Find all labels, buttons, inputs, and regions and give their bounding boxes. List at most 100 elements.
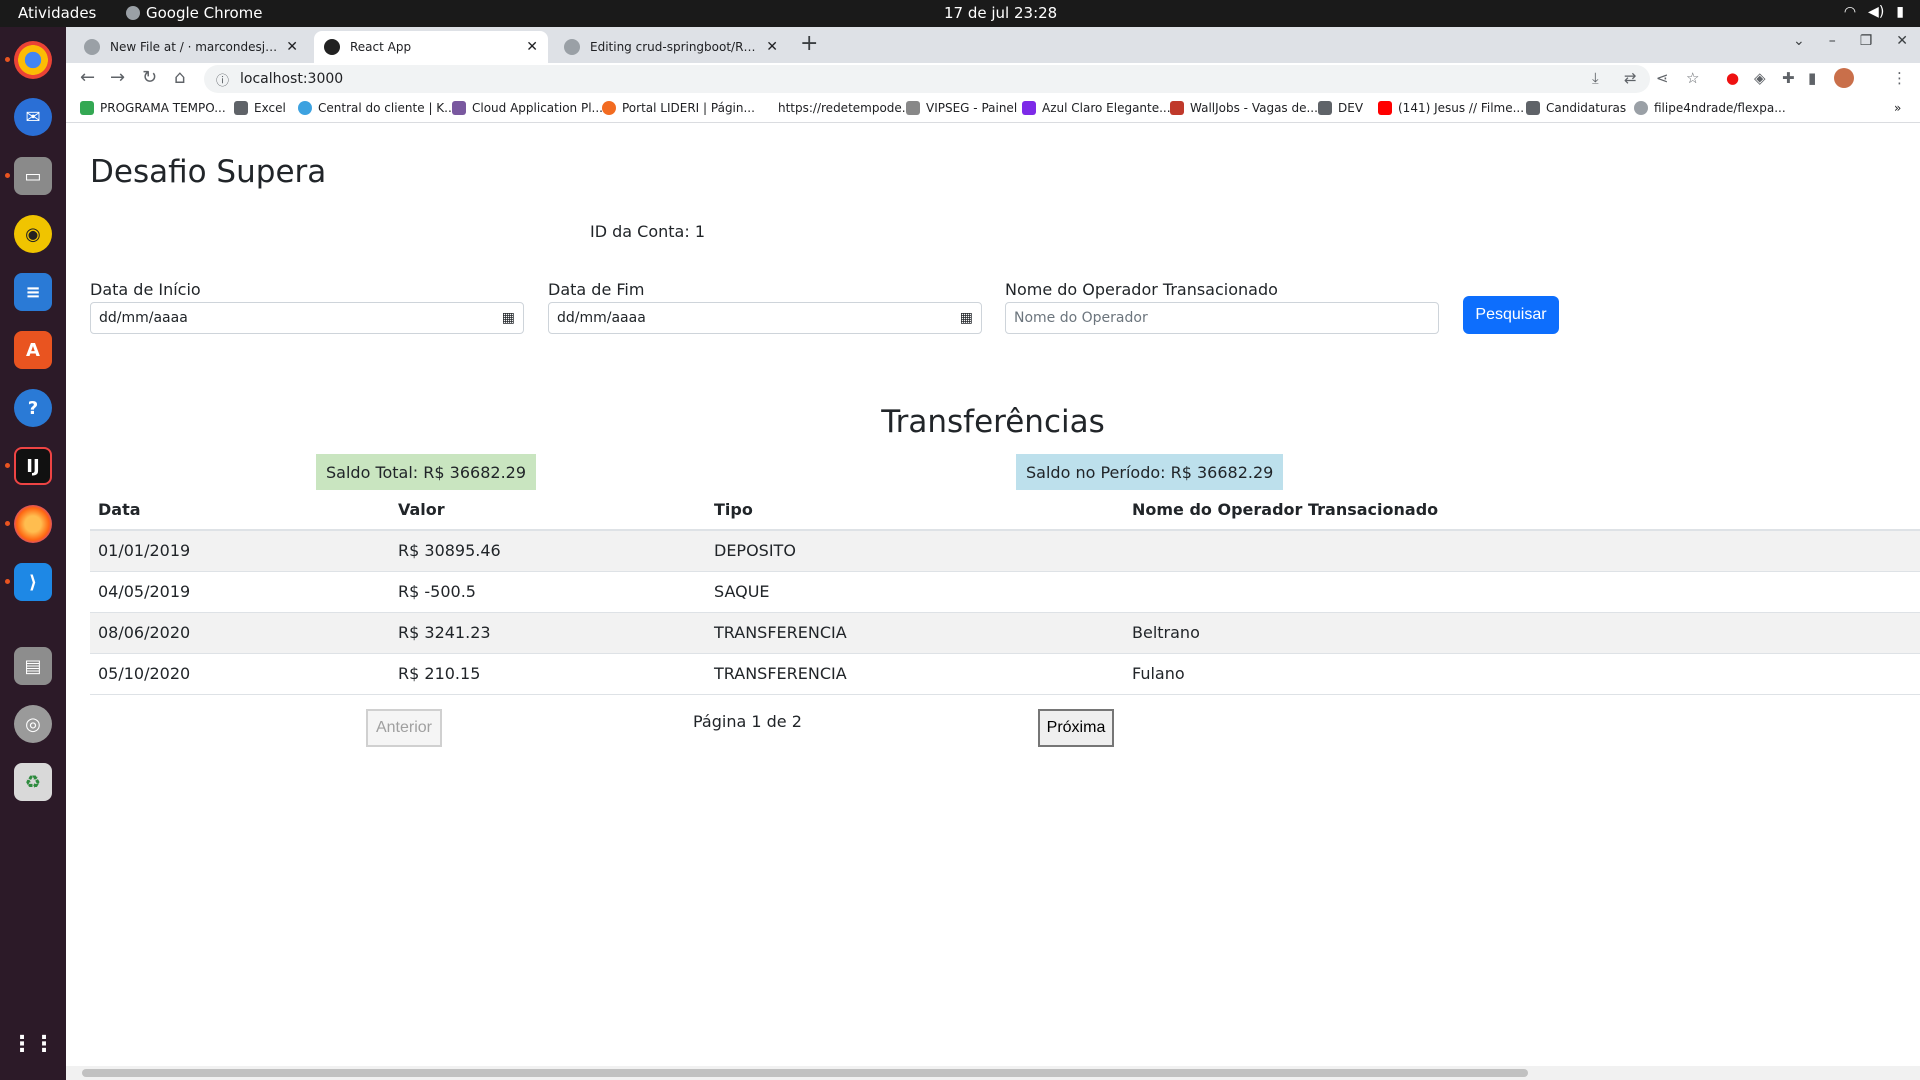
header-tipo: Tipo bbox=[706, 490, 1124, 531]
tab-react-app[interactable]: React App ✕ bbox=[314, 31, 548, 63]
disk-icon[interactable]: ▤ bbox=[14, 647, 52, 685]
bookmark-item[interactable]: Candidaturas bbox=[1526, 101, 1626, 115]
site-info-icon[interactable]: ⓘ bbox=[216, 70, 229, 89]
start-date-label: Data de Início bbox=[90, 280, 201, 299]
close-icon[interactable]: ✕ bbox=[766, 39, 778, 55]
end-date-label: Data de Fim bbox=[548, 280, 645, 299]
translate-icon[interactable]: ⇄ bbox=[1624, 69, 1637, 87]
chrome-icon[interactable] bbox=[14, 41, 52, 79]
reload-icon[interactable]: ↻ bbox=[142, 67, 157, 88]
help-icon[interactable]: ? bbox=[14, 389, 52, 427]
cell-tipo: SAQUE bbox=[706, 571, 1124, 613]
close-icon[interactable]: ✕ bbox=[286, 39, 298, 55]
address-bar[interactable]: ⓘ localhost:3000 bbox=[204, 65, 1650, 93]
cell-tipo: TRANSFERENCIA bbox=[706, 612, 1124, 654]
thunderbird-icon[interactable]: ✉ bbox=[14, 98, 52, 136]
running-indicator bbox=[5, 463, 10, 468]
calendar-icon[interactable]: ▦ bbox=[502, 310, 515, 326]
opera-extension-icon[interactable]: ● bbox=[1726, 69, 1739, 87]
cell-operador: Beltrano bbox=[1124, 612, 1920, 654]
cell-data: 08/06/2020 bbox=[90, 612, 390, 654]
writer-icon[interactable]: ≡ bbox=[14, 273, 52, 311]
vscode-icon[interactable]: ⟩ bbox=[14, 563, 52, 601]
clock[interactable]: 17 de jul 23:28 bbox=[944, 4, 1057, 22]
bookmark-item[interactable]: Azul Claro Elegante... bbox=[1022, 101, 1171, 115]
close-window-icon[interactable]: ✕ bbox=[1896, 33, 1908, 49]
lideri-icon bbox=[602, 101, 616, 115]
header-operador: Nome do Operador Transacionado bbox=[1124, 490, 1920, 531]
scrollbar-thumb[interactable] bbox=[82, 1069, 1528, 1077]
share-icon[interactable]: ⋖ bbox=[1656, 69, 1669, 87]
new-tab-button[interactable]: + bbox=[800, 31, 818, 56]
period-balance-badge: Saldo no Período: R$ 36682.29 bbox=[1016, 454, 1284, 490]
bookmark-item[interactable]: Excel bbox=[234, 101, 286, 115]
shield-extension-icon[interactable]: ◈ bbox=[1754, 69, 1766, 87]
cell-data: 04/05/2019 bbox=[90, 571, 390, 613]
tab-title: Editing crud-springboot/README.m bbox=[590, 40, 758, 54]
kinghost-icon bbox=[298, 101, 312, 115]
transfers-table: Data Valor Tipo Nome do Operador Transac… bbox=[90, 490, 1920, 695]
running-indicator bbox=[5, 57, 10, 62]
end-date-input[interactable]: dd/mm/aaaa ▦ bbox=[548, 302, 982, 334]
calendar-icon[interactable]: ▦ bbox=[960, 310, 973, 326]
operator-input[interactable]: Nome do Operador bbox=[1005, 302, 1439, 334]
operator-placeholder: Nome do Operador bbox=[1014, 310, 1148, 326]
home-icon[interactable]: ⌂ bbox=[174, 67, 185, 88]
show-apps-icon[interactable]: ⋮⋮ bbox=[11, 1025, 55, 1063]
previous-page-button[interactable]: Anterior bbox=[366, 709, 442, 747]
table-header-row: Data Valor Tipo Nome do Operador Transac… bbox=[90, 490, 1920, 531]
horizontal-scrollbar[interactable] bbox=[66, 1066, 1920, 1080]
install-icon[interactable]: ⤓ bbox=[1592, 69, 1599, 87]
close-icon[interactable]: ✕ bbox=[526, 39, 538, 55]
system-tray[interactable]: ◠ ◀) ▮ bbox=[1844, 4, 1904, 20]
dvd-icon[interactable]: ◎ bbox=[14, 705, 52, 743]
cell-tipo: DEPOSITO bbox=[706, 530, 1124, 572]
bookmark-item[interactable]: Cloud Application Pl... bbox=[452, 101, 603, 115]
trash-icon[interactable]: ♻ bbox=[14, 763, 52, 801]
cell-valor: R$ 3241.23 bbox=[390, 612, 706, 654]
cell-operador bbox=[1124, 530, 1920, 572]
files-icon[interactable]: ▭ bbox=[14, 157, 52, 195]
bookmark-item[interactable]: PROGRAMA TEMPO... bbox=[80, 101, 226, 115]
bookmark-item[interactable]: VIPSEG - Painel bbox=[906, 101, 1017, 115]
active-app-menu[interactable]: Google Chrome bbox=[126, 4, 263, 22]
system-top-bar: Atividades Google Chrome 17 de jul 23:28… bbox=[0, 0, 1920, 27]
next-page-button[interactable]: Próxima bbox=[1038, 709, 1114, 747]
minimize-icon[interactable]: – bbox=[1829, 33, 1836, 49]
tab-search-icon[interactable]: ⌄ bbox=[1793, 33, 1805, 49]
bookmark-item[interactable]: DEV bbox=[1318, 101, 1363, 115]
dock: ✉ ▭ ◉ ≡ A ? IJ ⟩ ▤ ◎ ♻ ⋮⋮ bbox=[0, 27, 66, 1080]
rhythmbox-icon[interactable]: ◉ bbox=[14, 215, 52, 253]
tab-new-file[interactable]: New File at / · marcondesjr96/supe ✕ bbox=[74, 31, 308, 63]
intellij-icon[interactable]: IJ bbox=[14, 447, 52, 485]
table-row: 04/05/2019 R$ -500.5 SAQUE bbox=[90, 571, 1920, 613]
bookmark-item[interactable]: https://redetempode... bbox=[778, 101, 913, 115]
cell-tipo: TRANSFERENCIA bbox=[706, 653, 1124, 695]
forward-icon[interactable]: → bbox=[110, 67, 125, 88]
url-text: localhost:3000 bbox=[240, 71, 344, 87]
tab-editing-readme[interactable]: Editing crud-springboot/README.m ✕ bbox=[554, 31, 788, 63]
bookmark-item[interactable]: Portal LIDERI | Págin... bbox=[602, 101, 755, 115]
side-panel-icon[interactable]: ▮ bbox=[1808, 69, 1816, 87]
cell-operador: Fulano bbox=[1124, 653, 1920, 695]
bookmark-star-icon[interactable]: ☆ bbox=[1686, 69, 1699, 87]
back-icon[interactable]: ← bbox=[80, 67, 95, 88]
restore-icon[interactable]: ❐ bbox=[1860, 33, 1873, 49]
bookmark-item[interactable]: Central do cliente | K... bbox=[298, 101, 456, 115]
menu-icon[interactable]: ⋮ bbox=[1892, 69, 1907, 87]
table-row: 05/10/2020 R$ 210.15 TRANSFERENCIA Fulan… bbox=[90, 653, 1920, 695]
folder-icon bbox=[1526, 101, 1540, 115]
search-button[interactable]: Pesquisar bbox=[1463, 296, 1559, 334]
activities-button[interactable]: Atividades bbox=[18, 4, 96, 22]
bookmark-item[interactable]: filipe4ndrade/flexpa... bbox=[1634, 101, 1786, 115]
profile-avatar[interactable] bbox=[1834, 68, 1854, 88]
chrome-app-icon bbox=[126, 6, 140, 20]
firefox-icon[interactable] bbox=[14, 505, 52, 543]
extensions-puzzle-icon[interactable]: ✚ bbox=[1782, 69, 1795, 87]
bookmarks-overflow-icon[interactable]: » bbox=[1894, 101, 1901, 115]
start-date-input[interactable]: dd/mm/aaaa ▦ bbox=[90, 302, 524, 334]
table-row: 08/06/2020 R$ 3241.23 TRANSFERENCIA Belt… bbox=[90, 612, 1920, 654]
app-center-icon[interactable]: A bbox=[14, 331, 52, 369]
bookmark-item[interactable]: WallJobs - Vagas de... bbox=[1170, 101, 1318, 115]
bookmark-item[interactable]: (141) Jesus // Filme... bbox=[1378, 101, 1524, 115]
